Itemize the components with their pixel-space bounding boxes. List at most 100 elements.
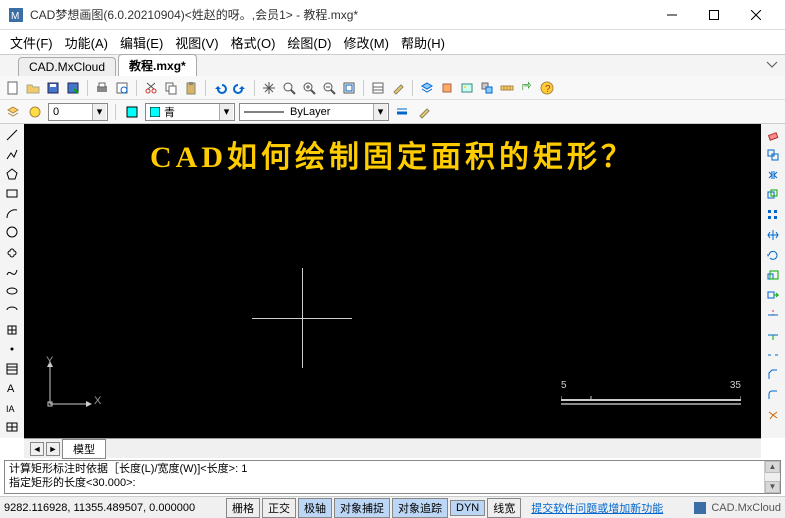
- left-toolbox: A IA: [0, 124, 24, 438]
- polygon-tool-icon[interactable]: [3, 165, 21, 183]
- erase-tool-icon[interactable]: [764, 126, 782, 144]
- properties-icon[interactable]: [369, 79, 387, 97]
- chamfer-tool-icon[interactable]: [764, 366, 782, 384]
- scroll-up-icon[interactable]: ▲: [765, 461, 780, 473]
- layer-icon[interactable]: [418, 79, 436, 97]
- text-tool-icon[interactable]: A: [3, 380, 21, 398]
- separator: [254, 80, 255, 96]
- ellipse-arc-tool-icon[interactable]: [3, 302, 21, 320]
- toggle-dyn[interactable]: DYN: [450, 500, 485, 516]
- toggle-polar[interactable]: 极轴: [298, 498, 332, 518]
- insert-block-icon[interactable]: [3, 321, 21, 339]
- stretch-tool-icon[interactable]: [764, 286, 782, 304]
- polyline-tool-icon[interactable]: [3, 146, 21, 164]
- copy-tool-icon[interactable]: [764, 146, 782, 164]
- scale-tool-icon[interactable]: [764, 266, 782, 284]
- rotate-tool-icon[interactable]: [764, 246, 782, 264]
- break-tool-icon[interactable]: [764, 346, 782, 364]
- revcloud-tool-icon[interactable]: [3, 243, 21, 261]
- zoom-extents-icon[interactable]: [340, 79, 358, 97]
- command-line[interactable]: 计算矩形标注时依据［长度(L)/宽度(W)]<长度>: 1 指定矩形的长度<30…: [4, 460, 781, 494]
- table-tool-icon[interactable]: [3, 419, 21, 437]
- point-tool-icon[interactable]: [3, 341, 21, 359]
- tab-dropdown-icon[interactable]: [765, 58, 779, 72]
- linetype-combo[interactable]: ByLayer ▾: [239, 103, 389, 121]
- array-tool-icon[interactable]: [764, 206, 782, 224]
- circle-tool-icon[interactable]: [3, 224, 21, 242]
- tab-active[interactable]: 教程.mxg*: [118, 54, 197, 76]
- zoom-realtime-icon[interactable]: [280, 79, 298, 97]
- print-icon[interactable]: [93, 79, 111, 97]
- command-scrollbar[interactable]: ▲ ▼: [764, 461, 780, 493]
- tab-next-icon[interactable]: ►: [46, 442, 60, 456]
- ellipse-tool-icon[interactable]: [3, 282, 21, 300]
- line-tool-icon[interactable]: [3, 126, 21, 144]
- lineweight-icon[interactable]: [393, 103, 411, 121]
- layer-combo[interactable]: 0 ▾: [48, 103, 108, 121]
- menu-modify[interactable]: 修改(M): [337, 31, 395, 54]
- menu-format[interactable]: 格式(O): [225, 31, 282, 54]
- toggle-lineweight[interactable]: 线宽: [487, 498, 521, 518]
- close-button[interactable]: [735, 1, 777, 29]
- arc-tool-icon[interactable]: [3, 204, 21, 222]
- copy-icon[interactable]: [162, 79, 180, 97]
- trim-tool-icon[interactable]: [764, 306, 782, 324]
- menu-function[interactable]: 功能(A): [59, 31, 114, 54]
- pan-icon[interactable]: [260, 79, 278, 97]
- move-tool-icon[interactable]: [764, 226, 782, 244]
- maximize-button[interactable]: [693, 1, 735, 29]
- cut-icon[interactable]: [142, 79, 160, 97]
- color-combo[interactable]: 青 ▾: [145, 103, 235, 121]
- toggle-otrack[interactable]: 对象追踪: [392, 498, 448, 518]
- explode-tool-icon[interactable]: [764, 406, 782, 424]
- convert-icon[interactable]: [518, 79, 536, 97]
- separator: [87, 80, 88, 96]
- spline-tool-icon[interactable]: [3, 263, 21, 281]
- fillet-tool-icon[interactable]: [764, 386, 782, 404]
- tab-cloud[interactable]: CAD.MxCloud: [18, 57, 116, 76]
- zoom-previous-icon[interactable]: [320, 79, 338, 97]
- command-prompt-line: 指定矩形的长度<30.000>:: [9, 476, 776, 490]
- layer-state-icon[interactable]: [26, 103, 44, 121]
- block-icon[interactable]: [438, 79, 456, 97]
- layer-toolbar: 0 ▾ 青 ▾ ByLayer ▾: [0, 100, 785, 124]
- new-icon[interactable]: [4, 79, 22, 97]
- print-preview-icon[interactable]: [113, 79, 131, 97]
- rectangle-tool-icon[interactable]: [3, 185, 21, 203]
- hatch-tool-icon[interactable]: [3, 360, 21, 378]
- drawing-canvas[interactable]: CAD如何绘制固定面积的矩形？ Y X 5: [24, 124, 761, 438]
- menu-edit[interactable]: 编辑(E): [114, 31, 169, 54]
- menu-draw[interactable]: 绘图(D): [281, 31, 337, 54]
- svg-text:?: ?: [545, 84, 551, 95]
- linetype-edit-icon[interactable]: [415, 103, 433, 121]
- xref-icon[interactable]: [478, 79, 496, 97]
- save-icon[interactable]: [44, 79, 62, 97]
- open-icon[interactable]: [24, 79, 42, 97]
- minimize-button[interactable]: [651, 1, 693, 29]
- undo-icon[interactable]: [211, 79, 229, 97]
- redo-icon[interactable]: [231, 79, 249, 97]
- paste-icon[interactable]: [182, 79, 200, 97]
- zoom-window-icon[interactable]: [300, 79, 318, 97]
- measure-icon[interactable]: [498, 79, 516, 97]
- saveas-icon[interactable]: [64, 79, 82, 97]
- layer-manager-icon[interactable]: [4, 103, 22, 121]
- menu-file[interactable]: 文件(F): [4, 31, 59, 54]
- color-swatch-icon[interactable]: [123, 103, 141, 121]
- matchprops-icon[interactable]: [389, 79, 407, 97]
- help-icon[interactable]: ?: [538, 79, 556, 97]
- model-tab[interactable]: 模型: [62, 439, 106, 459]
- feedback-link[interactable]: 提交软件问题或增加新功能: [531, 500, 663, 516]
- offset-tool-icon[interactable]: [764, 186, 782, 204]
- menu-help[interactable]: 帮助(H): [395, 31, 451, 54]
- extend-tool-icon[interactable]: [764, 326, 782, 344]
- scroll-down-icon[interactable]: ▼: [765, 481, 780, 493]
- mtext-tool-icon[interactable]: IA: [3, 399, 21, 417]
- toggle-osnap[interactable]: 对象捕捉: [334, 498, 390, 518]
- tab-prev-icon[interactable]: ◄: [30, 442, 44, 456]
- menu-view[interactable]: 视图(V): [169, 31, 224, 54]
- mirror-tool-icon[interactable]: [764, 166, 782, 184]
- toggle-grid[interactable]: 栅格: [226, 498, 260, 518]
- toggle-ortho[interactable]: 正交: [262, 498, 296, 518]
- image-icon[interactable]: [458, 79, 476, 97]
